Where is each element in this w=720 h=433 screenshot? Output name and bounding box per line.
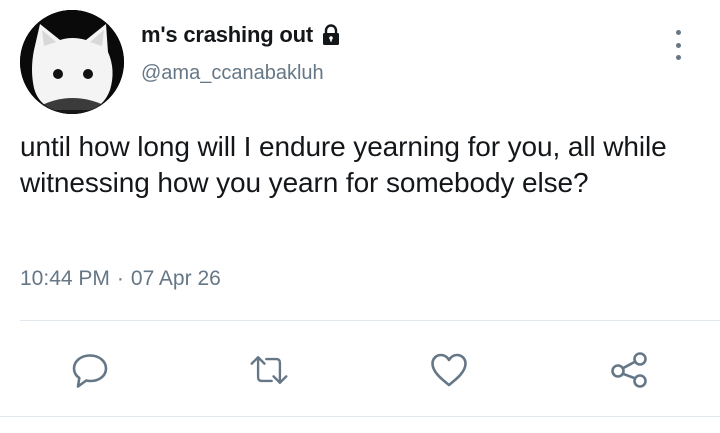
reply-icon: [72, 354, 108, 388]
display-name[interactable]: m's crashing out: [141, 22, 313, 48]
share-icon: [611, 352, 647, 388]
heart-icon: [431, 353, 467, 387]
reply-button[interactable]: [70, 350, 110, 390]
user-handle[interactable]: @ama_ccanabakluh: [141, 62, 324, 85]
display-name-row: m's crashing out: [141, 21, 342, 49]
timestamp[interactable]: 10:44 PM · 07 Apr 26: [20, 267, 221, 291]
retweet-button[interactable]: [249, 350, 289, 390]
avatar[interactable]: [20, 10, 124, 114]
timestamp-separator: ·: [116, 267, 124, 290]
like-button[interactable]: [429, 350, 469, 390]
tweet-card: m's crashing out @ama_ccanabakluh until …: [0, 0, 720, 433]
tweet-time: 10:44 PM: [20, 267, 110, 290]
share-button[interactable]: [609, 350, 649, 390]
tweet-date: 07 Apr 26: [130, 267, 221, 290]
divider: [20, 320, 720, 321]
more-vertical-icon[interactable]: [668, 30, 688, 60]
tweet-text: until how long will I endure yearning fo…: [20, 131, 667, 198]
cat-avatar-image: [20, 10, 124, 114]
divider: [0, 416, 720, 417]
lock-icon: [320, 24, 342, 46]
retweet-icon: [250, 356, 288, 384]
